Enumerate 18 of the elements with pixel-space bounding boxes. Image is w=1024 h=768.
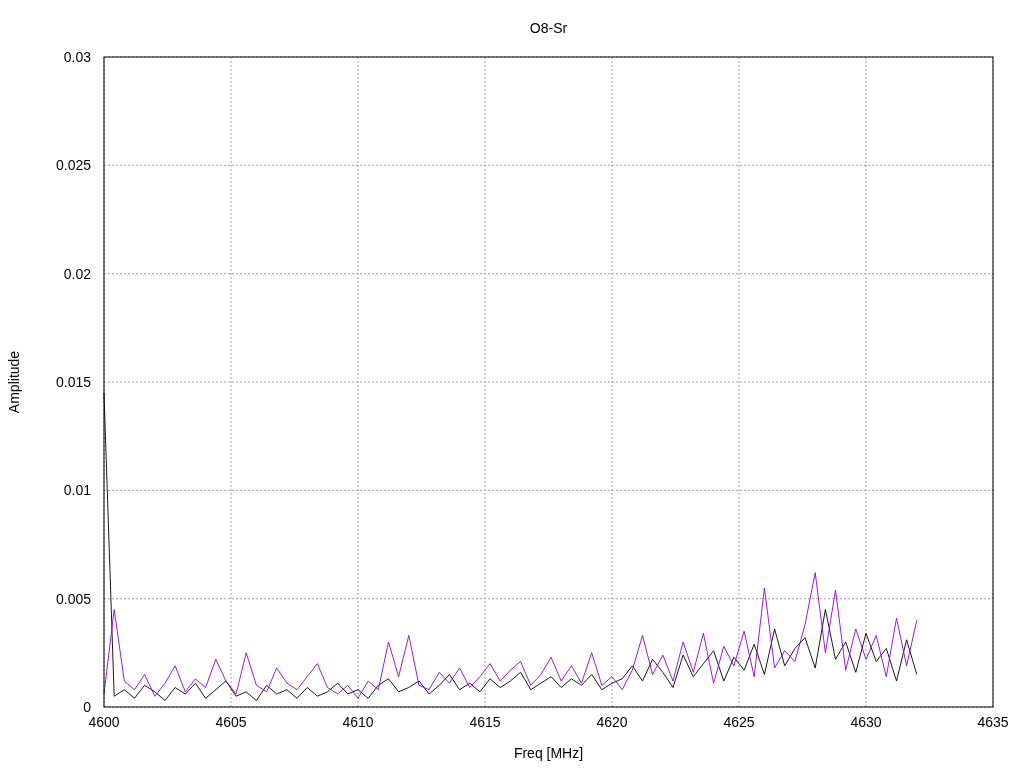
tick-label: 0.03: [63, 49, 91, 65]
tick-label: 0.005: [55, 590, 91, 607]
chart-title: O8-Sr: [529, 20, 568, 36]
tick-label: 0: [83, 699, 91, 715]
tick-label: 4625: [723, 714, 755, 730]
tick-label: 4620: [596, 714, 628, 730]
tick-label: 4600: [88, 714, 120, 730]
tick-label: 4610: [342, 714, 374, 730]
tick-label: 0.025: [55, 157, 91, 174]
axis-label: Freq [MHz]: [513, 745, 584, 761]
tick-label: 0.01: [63, 482, 91, 499]
tick-label: 0.015: [55, 374, 91, 390]
tick-label: 0.02: [63, 265, 91, 282]
tick-label: 4635: [977, 714, 1009, 730]
tick-label: 4605: [215, 714, 247, 730]
tick-label: 4630: [850, 714, 882, 730]
axis-label: Amplitude: [6, 350, 22, 414]
tick-label: 4615: [469, 714, 501, 730]
